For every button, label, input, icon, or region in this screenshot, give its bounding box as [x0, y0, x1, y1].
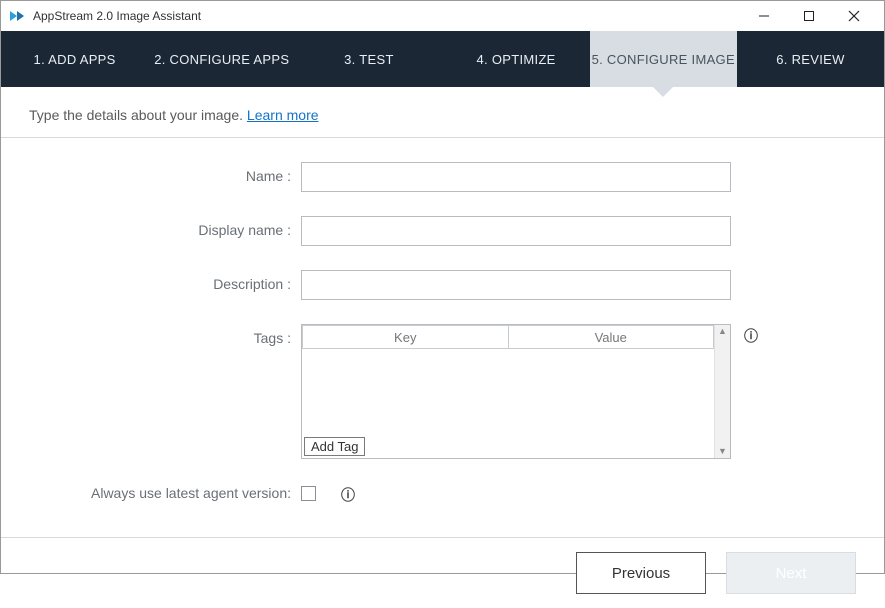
intro-text: Type the details about your image. [29, 107, 247, 123]
info-icon[interactable]: ⓘ [340, 487, 356, 503]
tab-label: 1. ADD APPS [34, 52, 116, 67]
button-label: Previous [612, 565, 670, 582]
tags-pane: Key Value Add Tag ▲ ▼ [301, 324, 731, 459]
next-button[interactable]: Next [726, 552, 856, 594]
tab-configure-apps[interactable]: 2. CONFIGURE APPS [148, 31, 295, 87]
label-display-name: Display name : [61, 216, 301, 238]
label-tags: Tags : [61, 324, 301, 346]
tab-label: 4. OPTIMIZE [477, 52, 556, 67]
button-label: Next [776, 565, 807, 582]
window-titlebar: AppStream 2.0 Image Assistant [1, 1, 884, 31]
tab-test[interactable]: 3. TEST [295, 31, 442, 87]
app-icon [9, 8, 25, 24]
tags-column-value: Value [509, 325, 715, 349]
tab-review[interactable]: 6. REVIEW [737, 31, 884, 87]
display-name-input[interactable] [301, 216, 731, 246]
form-area: Name : Display name : Description : Tags… [1, 138, 884, 537]
info-icon[interactable]: ⓘ [743, 328, 759, 344]
latest-agent-checkbox[interactable] [301, 486, 316, 501]
maximize-icon [803, 10, 815, 22]
description-input[interactable] [301, 270, 731, 300]
tab-configure-image[interactable]: 5. CONFIGURE IMAGE [590, 31, 737, 87]
add-tag-button[interactable]: Add Tag [304, 437, 365, 456]
label-latest-agent: Always use latest agent version: [61, 485, 301, 501]
close-button[interactable] [831, 1, 876, 31]
row-description: Description : [61, 270, 824, 300]
scroll-down-icon: ▼ [718, 447, 727, 456]
intro-text-row: Type the details about your image. Learn… [1, 87, 884, 137]
previous-button[interactable]: Previous [576, 552, 706, 594]
tab-label: 5. CONFIGURE IMAGE [592, 52, 735, 67]
tab-label: 3. TEST [344, 52, 394, 67]
window-title: AppStream 2.0 Image Assistant [33, 9, 201, 23]
label-name: Name : [61, 162, 301, 184]
wizard-tabs: 1. ADD APPS 2. CONFIGURE APPS 3. TEST 4.… [1, 31, 884, 87]
row-latest-agent: Always use latest agent version: ⓘ [61, 483, 824, 503]
tags-scrollbar[interactable]: ▲ ▼ [714, 325, 730, 458]
row-display-name: Display name : [61, 216, 824, 246]
tags-header: Key Value [302, 325, 714, 349]
tab-label: 2. CONFIGURE APPS [154, 52, 289, 67]
name-input[interactable] [301, 162, 731, 192]
tags-body: Add Tag [302, 349, 714, 458]
tab-add-apps[interactable]: 1. ADD APPS [1, 31, 148, 87]
minimize-icon [758, 10, 770, 22]
tab-label: 6. REVIEW [776, 52, 844, 67]
row-name: Name : [61, 162, 824, 192]
maximize-button[interactable] [786, 1, 831, 31]
tab-optimize[interactable]: 4. OPTIMIZE [443, 31, 590, 87]
footer: Previous Next [1, 537, 884, 608]
close-icon [848, 10, 860, 22]
row-tags: Tags : Key Value Add Tag ▲ ▼ ⓘ [61, 324, 824, 459]
label-description: Description : [61, 270, 301, 292]
tags-column-key: Key [302, 325, 509, 349]
minimize-button[interactable] [741, 1, 786, 31]
scroll-up-icon: ▲ [718, 327, 727, 336]
learn-more-link[interactable]: Learn more [247, 107, 319, 123]
